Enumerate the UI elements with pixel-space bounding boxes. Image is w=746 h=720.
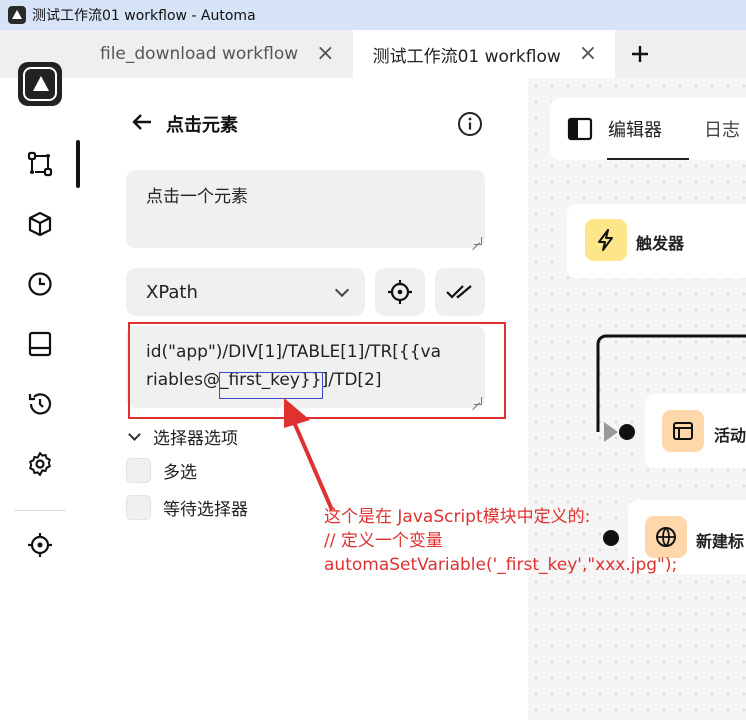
multiple-checkbox-row[interactable]: 多选 <box>126 457 197 483</box>
chevron-down-icon <box>334 282 350 298</box>
select-element-button[interactable] <box>375 268 425 316</box>
block-title: 点击元素 <box>166 115 238 136</box>
tab-editor[interactable]: 编辑器 <box>608 116 662 142</box>
editor-toolbar: 编辑器 日志 <box>550 98 746 160</box>
wait-selector-label: 等待选择器 <box>163 499 248 520</box>
add-tab-button[interactable] <box>615 30 665 78</box>
settings-icon[interactable] <box>26 450 54 478</box>
panel-header: 点击元素 <box>130 108 238 140</box>
selector-type-value: XPath <box>146 281 198 303</box>
crosshair-icon[interactable] <box>26 531 54 559</box>
tab-active-underline <box>607 158 689 160</box>
tab-log[interactable]: 日志 <box>704 116 740 142</box>
close-icon[interactable]: × <box>316 43 334 65</box>
workflow-icon[interactable] <box>26 150 54 178</box>
window-titlebar: 测试工作流01 workflow - Automa <box>0 0 746 30</box>
crosshair-icon <box>388 280 412 304</box>
tab-file-download[interactable]: file_download workflow × <box>80 30 353 78</box>
history-icon[interactable] <box>26 390 54 418</box>
node-input-handle[interactable] <box>619 424 635 440</box>
annotation-line-2: // 定义一个变量 <box>324 531 443 551</box>
selector-options-toggle[interactable]: 选择器选项 <box>126 422 238 450</box>
chevron-down-icon <box>128 427 141 441</box>
wait-selector-checkbox-row[interactable]: 等待选择器 <box>126 494 248 520</box>
description-textarea[interactable]: 点击一个元素 <box>126 170 485 248</box>
double-check-icon <box>446 285 472 299</box>
annotation-line-1: 这个是在 JavaScript模块中定义的: <box>324 507 591 527</box>
close-icon[interactable]: × <box>579 43 597 65</box>
sidebar-toggle-icon[interactable] <box>567 116 593 142</box>
lightning-icon <box>585 219 627 261</box>
selector-options-label: 选择器选项 <box>153 428 238 449</box>
resize-handle[interactable] <box>474 237 482 245</box>
description-text: 点击一个元素 <box>146 187 248 207</box>
arrow-left-icon[interactable] <box>130 110 154 139</box>
nav-divider <box>14 510 66 511</box>
new-tab-node-label: 新建标 <box>696 532 745 551</box>
clock-icon[interactable] <box>26 270 54 298</box>
browser-window-icon <box>662 410 704 452</box>
annotation-arrow <box>284 398 334 511</box>
package-icon[interactable] <box>26 210 54 238</box>
window-title: 测试工作流01 workflow - Automa <box>32 8 256 24</box>
info-icon[interactable] <box>457 111 483 137</box>
tab-bar: file_download workflow × 测试工作流01 workflo… <box>0 30 746 78</box>
active-tab-node[interactable]: 活动 <box>645 394 746 468</box>
storage-icon[interactable] <box>26 330 54 358</box>
plus-icon <box>632 46 649 62</box>
verify-selector-button[interactable] <box>435 268 485 316</box>
multiple-label: 多选 <box>163 462 197 483</box>
annotation-text: 这个是在 JavaScript模块中定义的: // 定义一个变量 automaS… <box>324 505 677 577</box>
annotation-line-3: automaSetVariable('_first_key',"xxx.jpg"… <box>324 555 678 575</box>
wait-selector-checkbox[interactable] <box>126 494 151 520</box>
automa-logo[interactable] <box>18 62 62 106</box>
tab-test-workflow[interactable]: 测试工作流01 workflow × <box>352 30 616 78</box>
tab-label: 测试工作流01 workflow <box>372 46 561 67</box>
selector-type-select[interactable]: XPath <box>126 268 365 316</box>
trigger-node[interactable]: 触发器 <box>567 204 746 278</box>
trigger-node-label: 触发器 <box>636 234 685 253</box>
tab-label: file_download workflow <box>100 44 299 64</box>
automa-app-icon <box>8 6 26 24</box>
multiple-checkbox[interactable] <box>126 457 151 483</box>
active-tab-node-label: 活动 <box>714 426 746 445</box>
